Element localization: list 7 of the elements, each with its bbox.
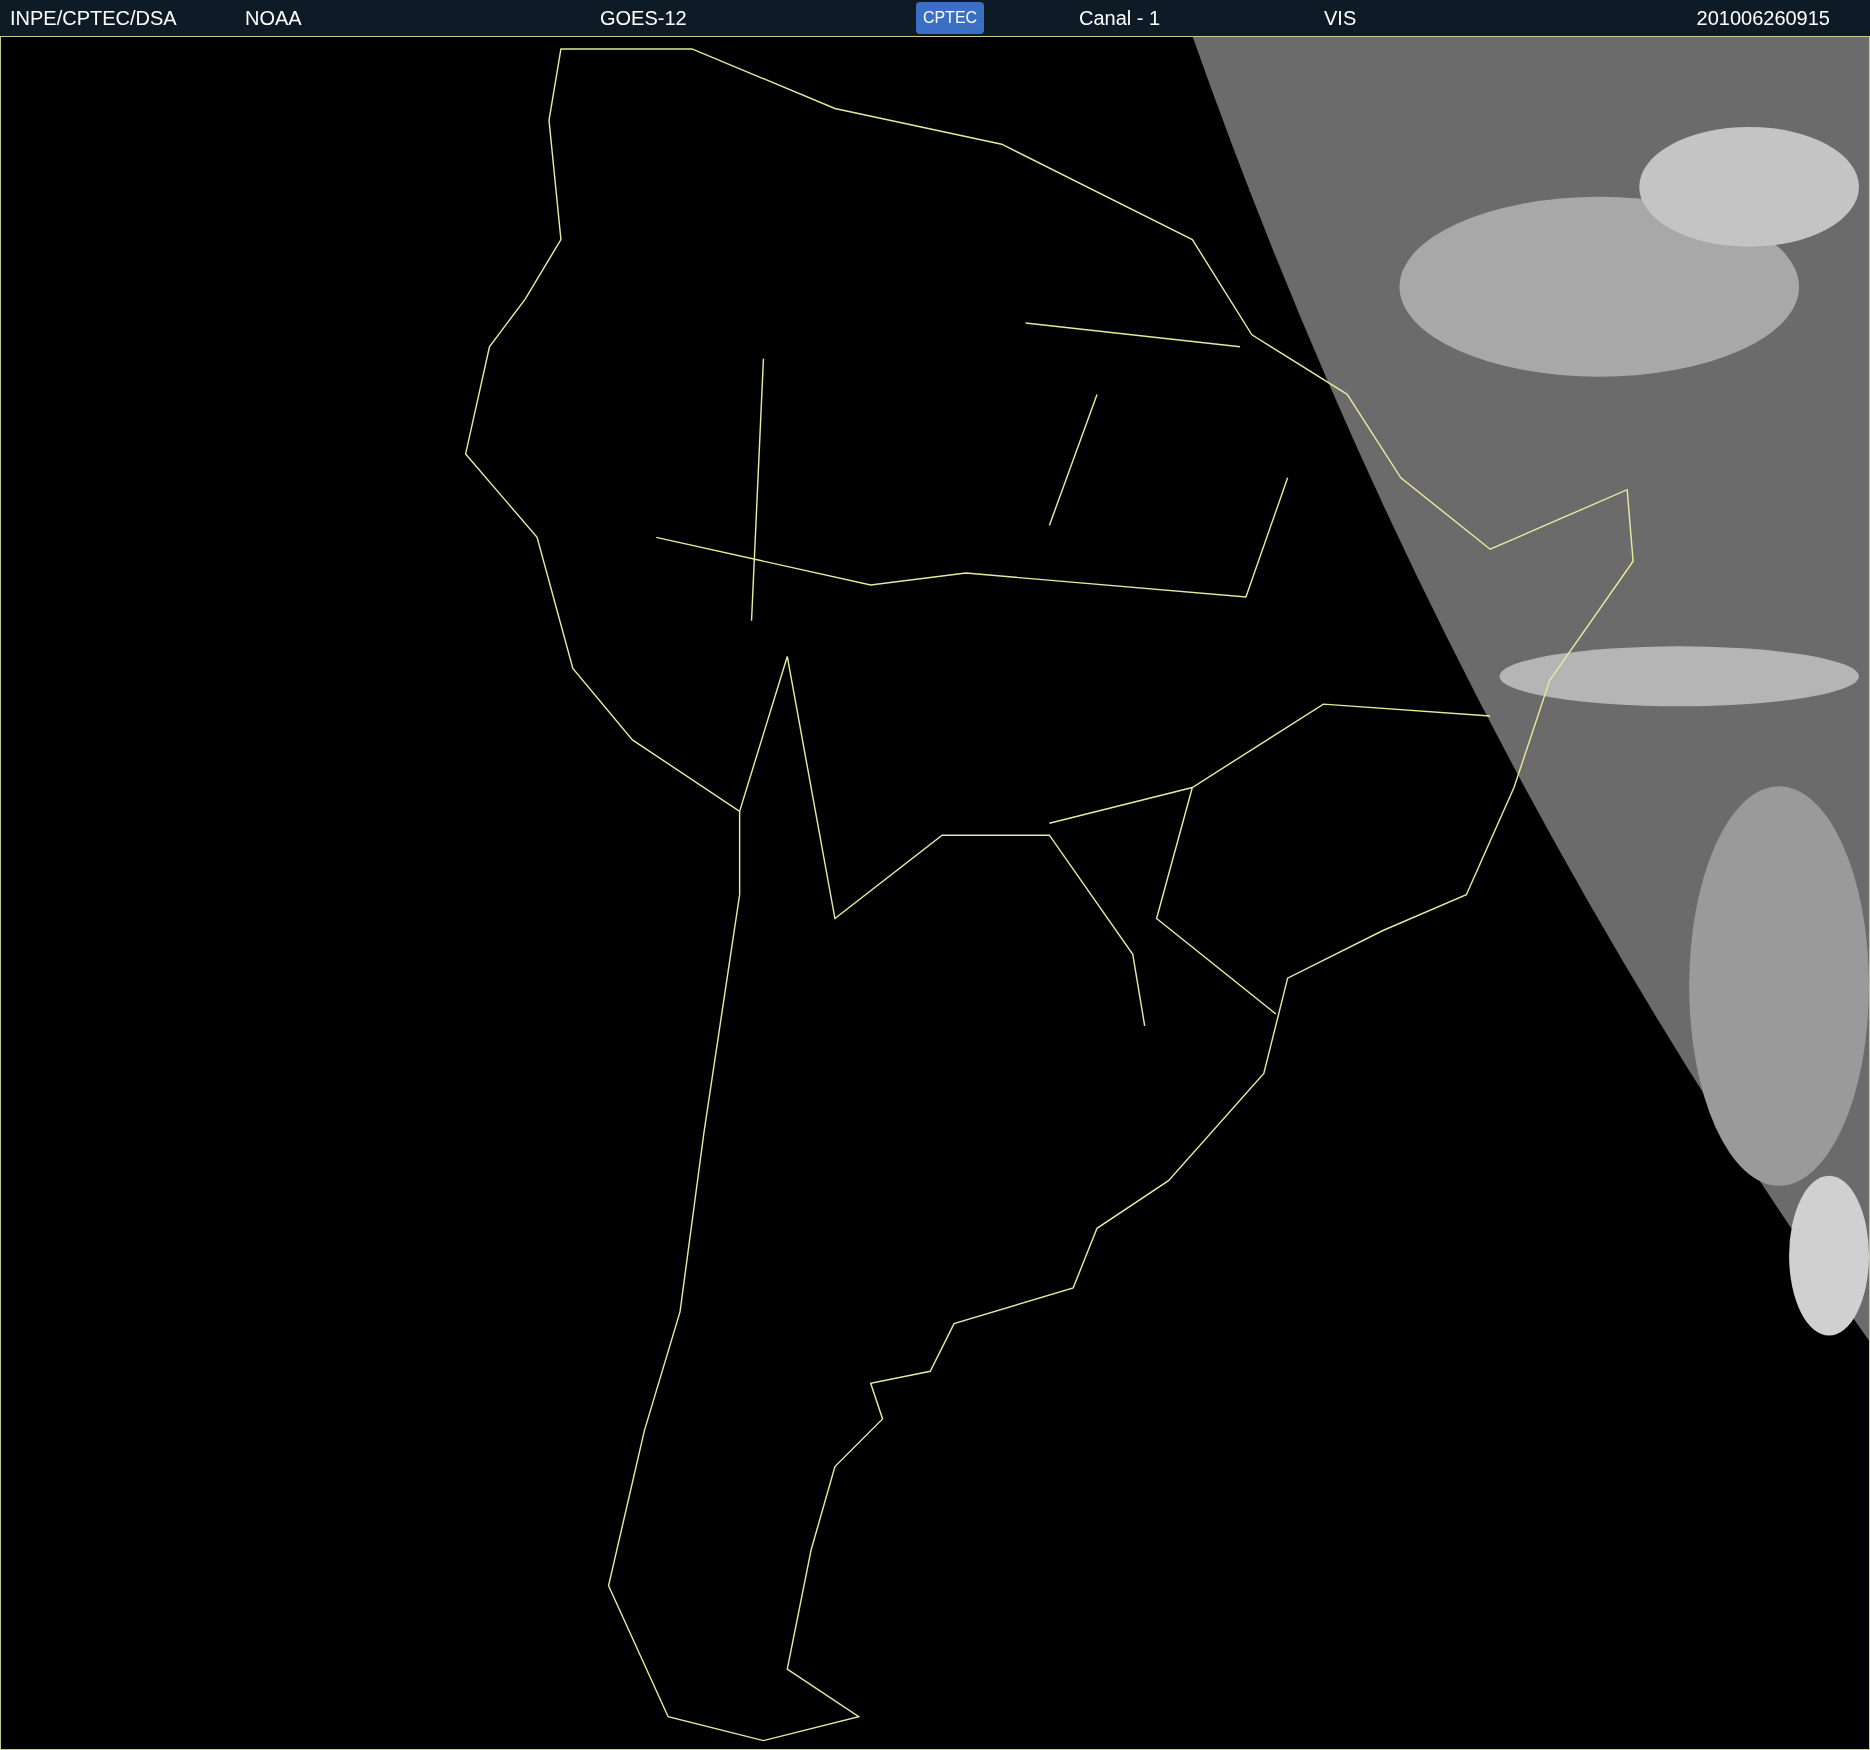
band-label: VIS [1324, 5, 1358, 31]
channel-label: Canal - 1 [1079, 5, 1162, 31]
source-label: INPE/CPTEC/DSA [10, 5, 178, 31]
logo: CPTEC [916, 1, 984, 34]
satellite-label: GOES-12 [600, 5, 688, 31]
agency-label: NOAA [245, 5, 303, 31]
timestamp-label: 201006260915 [1696, 5, 1830, 31]
